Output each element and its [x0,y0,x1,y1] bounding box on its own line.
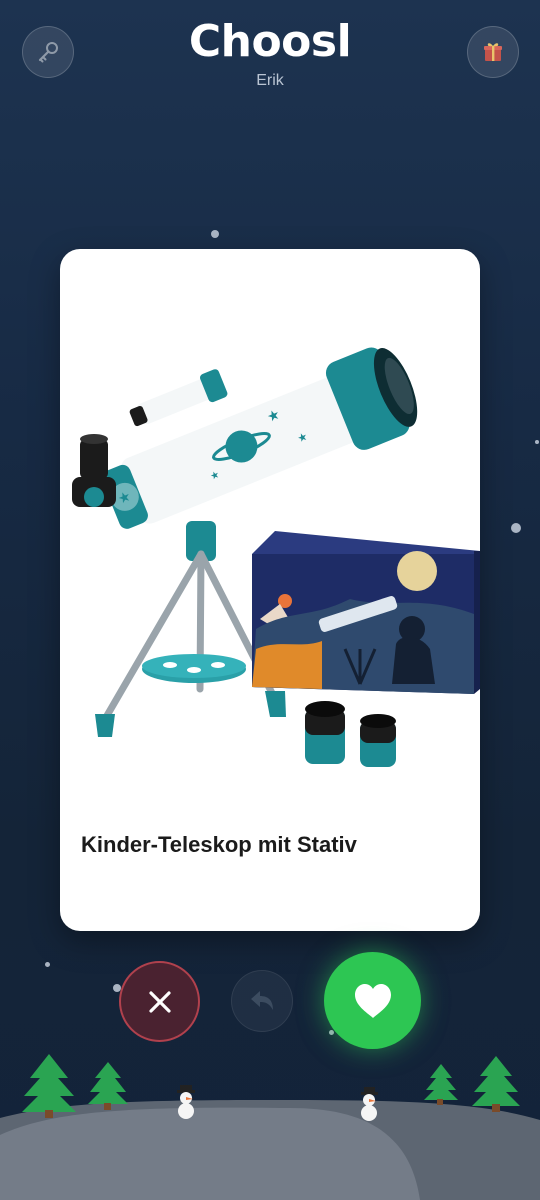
tree-icon [472,1056,520,1112]
user-name: Erik [256,72,284,89]
like-button[interactable] [324,952,421,1049]
product-image: ★ ★ ★ ★ [72,347,480,767]
dislike-button[interactable] [119,961,200,1042]
product-card[interactable]: ★ ★ ★ ★ Kinder-Teleskop mit Stativ [60,249,480,931]
close-icon [148,990,171,1013]
snowflake [45,962,50,967]
snowflake [329,1030,334,1035]
tree-icon [424,1064,458,1105]
heart-icon [354,983,391,1018]
gift-icon [484,43,502,61]
gift-button[interactable] [467,26,519,78]
header: Choosl Erik [0,0,540,110]
snowflake [511,523,521,533]
tree-icon [22,1054,76,1118]
snowflake [211,230,219,238]
tree-icon [88,1062,128,1110]
undo-icon [251,991,273,1010]
snowflake [535,440,539,444]
product-title: Kinder-Teleskop mit Stativ [81,832,357,857]
app-title: Choosl [188,16,352,67]
winter-ground [0,1054,540,1200]
undo-button[interactable] [231,970,293,1032]
